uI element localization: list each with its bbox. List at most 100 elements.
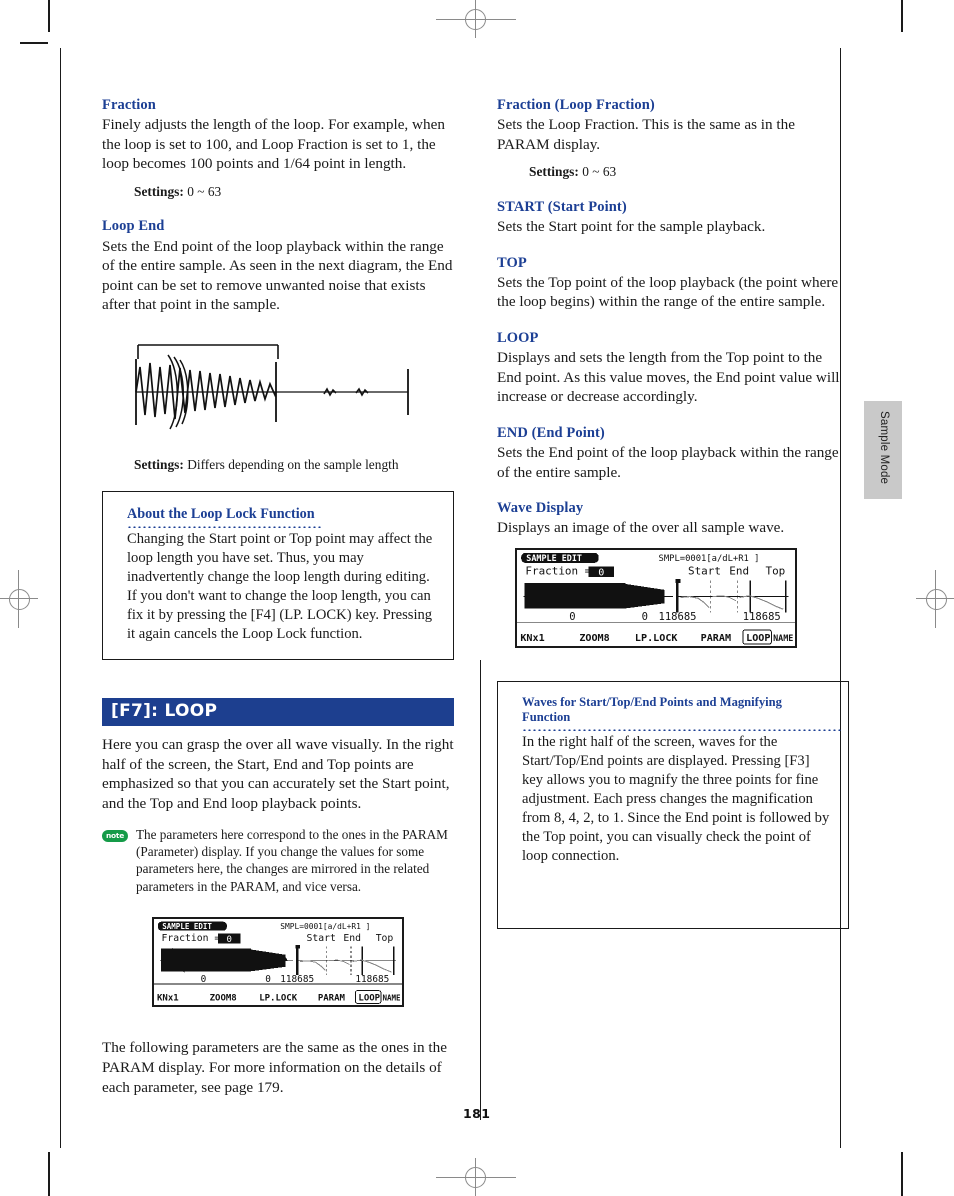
- section-loop: LOOP Displays and sets the length from t…: [497, 329, 849, 407]
- registration-mark-bottom: [436, 1158, 516, 1196]
- section-wave-display: Wave Display Displays an image of the ov…: [497, 499, 849, 538]
- section-body: Sets the Start point for the sample play…: [497, 217, 766, 235]
- lcd-display-svg: SAMPLE EDIT SMPL=0001[a/dL+R1 ] Fraction…: [517, 550, 795, 628]
- lcd-screenshot-1: SAMPLE EDIT SMPL=0001[a/dL+R1 ] Fraction…: [152, 917, 404, 1008]
- callout-body: Changing the Start point or Top point ma…: [127, 531, 433, 643]
- lcd-value-0: 0: [569, 611, 575, 623]
- lcd-col-top: Top: [376, 934, 394, 945]
- settings-label: Settings:: [134, 183, 184, 199]
- lcd-fkey-5: NAME: [773, 633, 793, 643]
- lcd-fkey-1: ZOOM8: [210, 994, 237, 1004]
- section-heading: Fraction: [102, 97, 156, 113]
- note-text: The parameters here correspond to the on…: [136, 826, 448, 894]
- lcd-col-end: End: [343, 934, 361, 945]
- section-heading: TOP: [497, 254, 527, 271]
- lcd-fkey-3: PARAM: [318, 994, 346, 1004]
- registration-mark-top: [436, 0, 516, 38]
- section-heading: END (End Point): [497, 424, 605, 441]
- side-tab-label: Sample Mode: [878, 411, 890, 485]
- lcd-value-1: 0: [642, 611, 648, 623]
- lcd-value-3: 118685: [743, 611, 781, 623]
- callout-body: In the right half of the screen, waves f…: [522, 733, 830, 864]
- settings-label: Settings:: [529, 164, 579, 180]
- registration-mark-right: [914, 570, 954, 628]
- section-body: Sets the Top point of the loop playback …: [497, 273, 839, 311]
- lcd-tab-title: SAMPLE EDIT: [162, 923, 212, 932]
- lcd-function-row-svg: KNx1 ZOOM8 LP.LOCK PARAM LOOP NAME: [517, 628, 795, 646]
- lcd-param-value: 0: [598, 567, 604, 578]
- section-fraction-loop-fraction: Fraction (Loop Fraction) Sets the Loop F…: [497, 96, 849, 181]
- callout-heading-underline: [522, 726, 842, 731]
- section-fraction: Fraction Finely adjusts the length of th…: [102, 96, 454, 200]
- lcd-param-label: Fraction =: [525, 565, 591, 578]
- closing-body: The following parameters are the same as…: [102, 1039, 447, 1096]
- settings-value: 0 ~ 63: [187, 183, 222, 199]
- crop-mark-top-right-v: [901, 0, 903, 32]
- waves-magnify-callout: Waves for Start/Top/End Points and Magni…: [497, 680, 849, 929]
- section-banner-f7-loop: [F7]: LOOP: [102, 698, 454, 727]
- page-number: 181: [463, 1106, 491, 1121]
- lcd-col-start: Start: [688, 565, 721, 578]
- waveform-diagram: [102, 337, 454, 442]
- lcd-col-end: End: [729, 565, 749, 578]
- section-loop-end: Loop End Sets the End point of the loop …: [102, 217, 454, 315]
- callout-heading-underline: [127, 524, 323, 529]
- settings-value: 0 ~ 63: [582, 164, 617, 180]
- banner-body: Here you can grasp the over all wave vis…: [102, 736, 454, 813]
- settings-line: Settings: Differs depending on the sampl…: [134, 456, 454, 473]
- lcd-fkey-0: KNx1: [157, 994, 179, 1004]
- lcd-fkey-2: LP.LOCK: [635, 633, 678, 644]
- crop-mark-bottom-right-v: [901, 1152, 903, 1196]
- lcd-sample-id: SMPL=0001[a/dL+R1 ]: [280, 923, 370, 932]
- settings-label: Settings:: [134, 456, 184, 472]
- settings-line: Settings: 0 ~ 63: [529, 163, 849, 180]
- lcd-screenshot-2-wrap: SAMPLE EDIT SMPL=0001[a/dL+R1 ] Fraction…: [515, 547, 849, 653]
- lcd-function-row-svg: KNx1 ZOOM8 LP.LOCK PARAM LOOP NAME: [154, 989, 402, 1006]
- lcd-value-1: 0: [265, 974, 271, 985]
- section-body: Sets the End point of the loop playback …: [102, 237, 453, 314]
- crop-mark-top-left-h: [20, 42, 48, 44]
- lcd-param-value: 0: [226, 935, 231, 945]
- lcd-value-3: 118685: [355, 974, 389, 985]
- lcd-fkey-1: ZOOM8: [579, 633, 609, 644]
- crop-mark-bottom-left-v: [48, 1152, 50, 1196]
- lcd-fkey-5: NAME: [382, 994, 401, 1003]
- right-column: Fraction (Loop Fraction) Sets the Loop F…: [497, 96, 849, 929]
- lcd-screenshot-1-wrap: SAMPLE EDIT SMPL=0001[a/dL+R1 ] Fraction…: [102, 917, 454, 1012]
- settings-line: Settings: 0 ~ 63: [134, 183, 454, 200]
- left-column: Fraction Finely adjusts the length of th…: [102, 96, 454, 1097]
- section-body: Sets the Loop Fraction. This is the same…: [497, 116, 795, 153]
- section-body: Finely adjusts the length of the loop. F…: [102, 116, 445, 173]
- lcd-col-top: Top: [766, 565, 786, 578]
- section-body: Displays an image of the over all sample…: [497, 519, 785, 537]
- lcd-fkey-4: LOOP: [746, 633, 770, 644]
- section-top: TOP Sets the Top point of the loop playb…: [497, 254, 849, 312]
- section-heading: Wave Display: [497, 500, 584, 517]
- crop-mark-top-left-v: [48, 0, 50, 32]
- note-block: note The parameters here correspond to t…: [102, 826, 454, 896]
- section-start: START (Start Point) Sets the Start point…: [497, 198, 849, 237]
- section-end: END (End Point) Sets the End point of th…: [497, 424, 849, 482]
- waveform-figure-svg: [135, 344, 409, 430]
- loop-lock-callout: About the Loop Lock Function Changing th…: [102, 491, 454, 661]
- lcd-col-start: Start: [307, 934, 336, 945]
- section-body: Displays and sets the length from the To…: [497, 348, 840, 406]
- lcd-value-2: 118685: [280, 974, 314, 985]
- lcd-fkey-2: LP.LOCK: [259, 994, 298, 1004]
- callout-heading: About the Loop Lock Function: [127, 506, 315, 523]
- lcd-tab-title: SAMPLE EDIT: [526, 553, 582, 563]
- lcd-value-0: 0: [201, 974, 207, 985]
- section-heading: Loop End: [102, 218, 165, 235]
- section-heading: LOOP: [497, 329, 539, 346]
- lcd-fkey-0: KNx1: [520, 633, 544, 644]
- side-tab-sample-mode: Sample Mode: [864, 401, 902, 499]
- settings-value: Differs depending on the sample length: [187, 456, 399, 472]
- section-body: Sets the End point of the loop playback …: [497, 443, 839, 481]
- page-divider-left: [60, 48, 61, 1148]
- lcd-value-2: 118685: [659, 611, 697, 623]
- lcd-param-label: Fraction =: [162, 934, 221, 945]
- lcd-fkey-3: PARAM: [701, 633, 731, 644]
- callout-heading: Waves for Start/Top/End Points and Magni…: [522, 694, 782, 724]
- section-heading: START (Start Point): [497, 198, 627, 215]
- lcd-fkey-4: LOOP: [358, 994, 380, 1004]
